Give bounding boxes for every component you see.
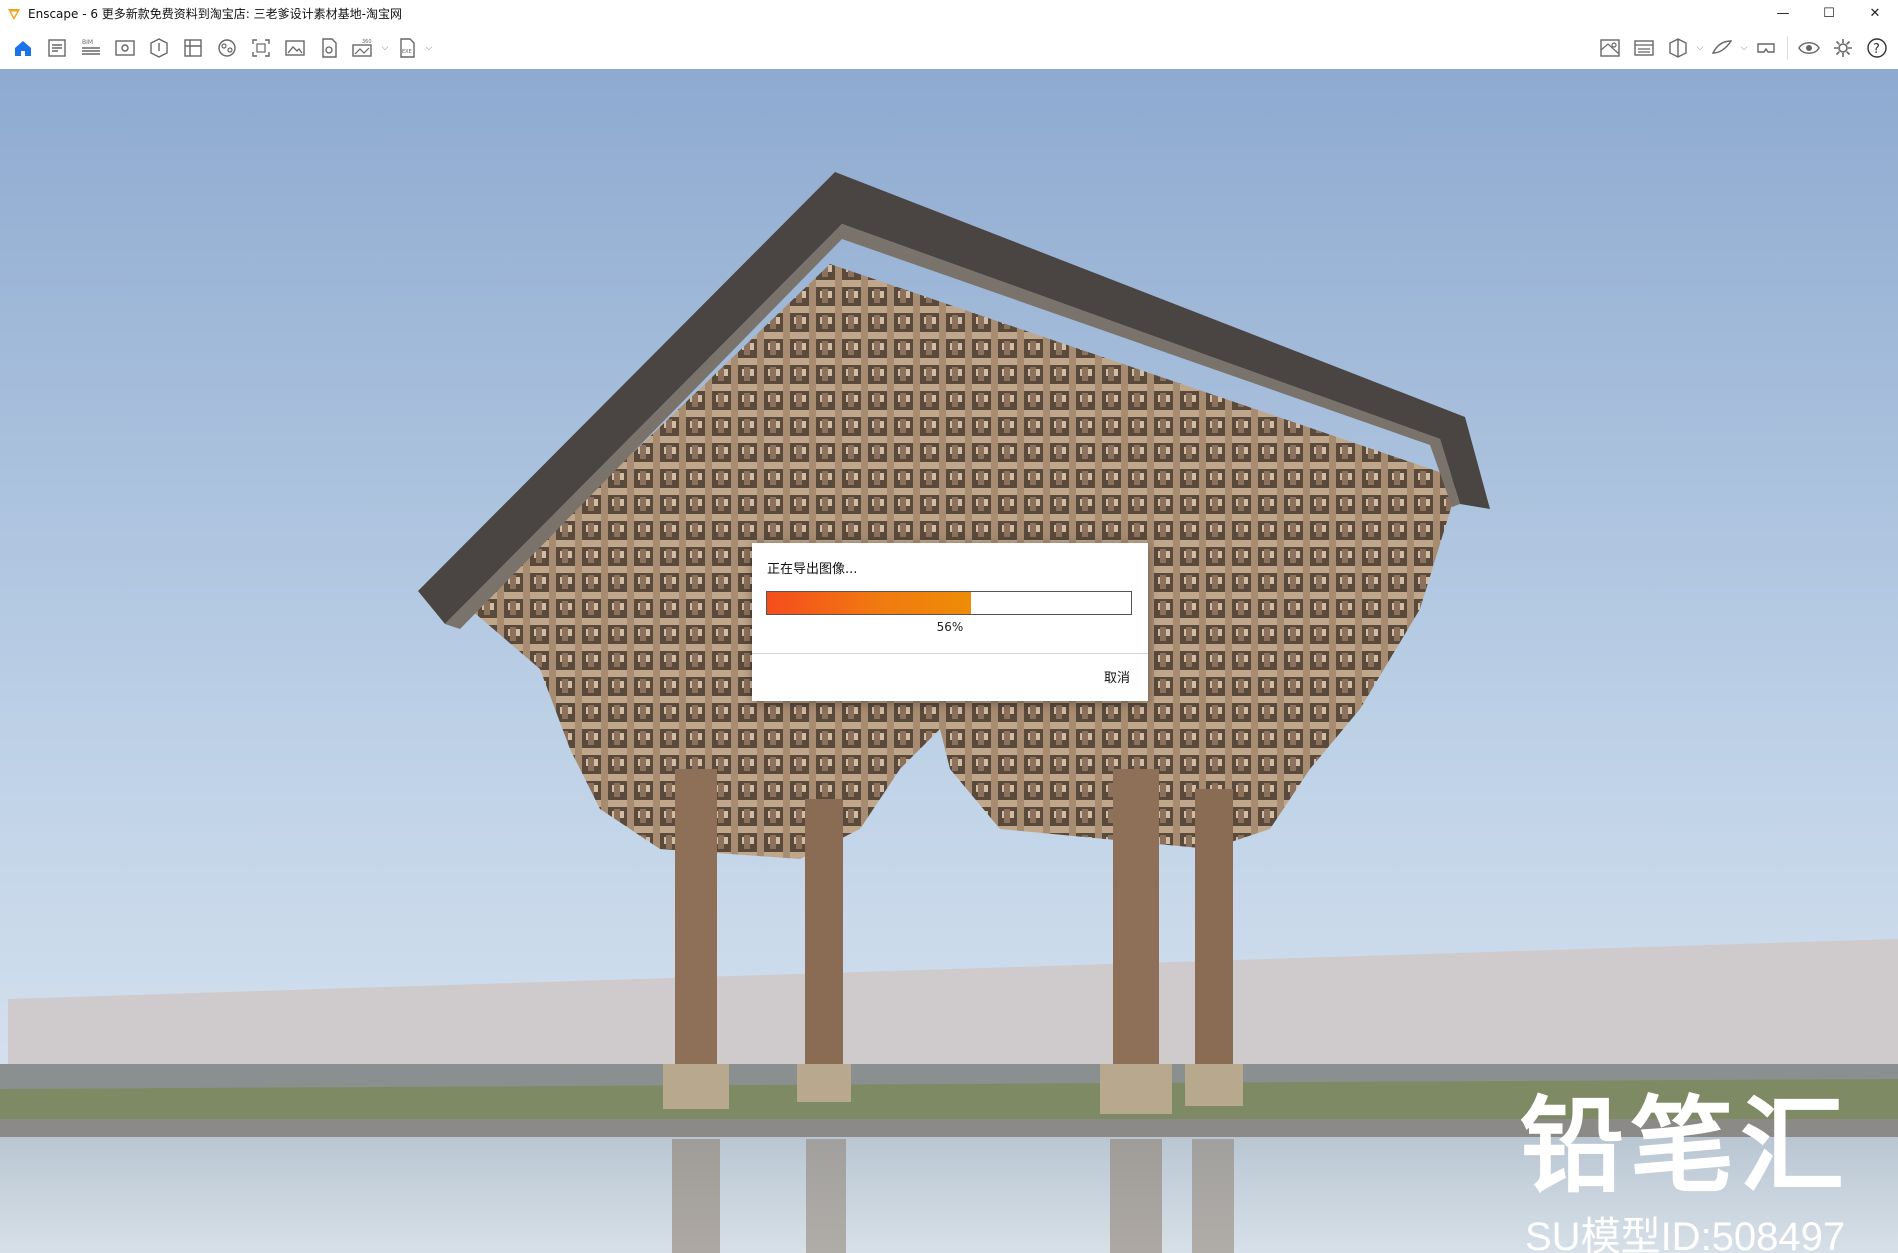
atmosphere-icon <box>218 39 236 57</box>
asset-library-icon <box>150 38 168 58</box>
project-info-button[interactable] <box>40 33 74 63</box>
settings-button[interactable] <box>1826 33 1860 63</box>
toolbar: BIM 360 ⌵ EXE ⌵ ⌵ ⌵ ? <box>0 27 1898 90</box>
toolbar-separator <box>1787 36 1788 60</box>
sketch-dropdown-icon[interactable]: ⌵ <box>1739 33 1749 63</box>
view-cube-button[interactable] <box>1661 33 1695 63</box>
export-progress-bar <box>766 591 1132 615</box>
screenshot-icon <box>285 40 305 56</box>
asset-library-button[interactable] <box>142 33 176 63</box>
export-progress-fill <box>767 592 971 614</box>
eye-button[interactable] <box>1792 33 1826 63</box>
video-editor-icon <box>322 38 337 58</box>
map-icon <box>1600 39 1620 57</box>
render-viewport[interactable]: 铅笔汇 SU模型ID:508497 正在导出图像... 56% 取消 <box>0 69 1898 1253</box>
progress-percent: 56% <box>936 620 964 634</box>
sketch-icon <box>1711 40 1733 54</box>
help-icon: ? <box>1867 38 1887 58</box>
export-progress-dialog: 正在导出图像... 56% 取消 <box>752 543 1148 701</box>
visual-settings-icon <box>1634 40 1654 56</box>
bim-badge: BIM <box>82 39 93 46</box>
export-exe-icon: EXE <box>400 38 415 58</box>
view-icon <box>115 40 135 56</box>
export-exe-button[interactable]: EXE <box>390 33 424 63</box>
project-info-icon <box>48 39 66 57</box>
gear-icon <box>1834 39 1852 57</box>
view-dropdown-icon[interactable]: ⌵ <box>1695 33 1705 63</box>
home-button[interactable] <box>6 33 40 63</box>
dialog-divider <box>752 653 1148 654</box>
watermark-model-id: SU模型ID:508497 <box>1525 1215 1846 1253</box>
toolbar-left-group: BIM 360 ⌵ EXE ⌵ <box>6 33 434 63</box>
panorama-button[interactable]: 360 <box>346 33 380 63</box>
help-button[interactable]: ? <box>1860 33 1894 63</box>
bim-button[interactable]: BIM <box>74 33 108 63</box>
batch-render-button[interactable] <box>244 33 278 63</box>
close-button[interactable]: ✕ <box>1852 0 1898 27</box>
material-editor-button[interactable] <box>176 33 210 63</box>
enscape-logo-icon <box>8 8 20 20</box>
screenshot-button[interactable] <box>278 33 312 63</box>
window-title: Enscape - 6 更多新款免费资料到淘宝店: 三老爹设计素材基地-淘宝网 <box>28 7 402 21</box>
view-cube-icon <box>1669 38 1687 58</box>
exe-badge: EXE <box>402 49 412 55</box>
home-icon <box>15 41 31 56</box>
maximize-button[interactable]: ☐ <box>1806 0 1852 27</box>
export-dropdown-icon[interactable]: ⌵ <box>424 33 434 63</box>
minimize-button[interactable]: — <box>1760 0 1806 27</box>
sketch-button[interactable] <box>1705 33 1739 63</box>
window-controls: — ☐ ✕ <box>1760 0 1898 27</box>
atmosphere-button[interactable] <box>210 33 244 63</box>
vr-headset-button[interactable] <box>1749 33 1783 63</box>
visual-settings-button[interactable] <box>1627 33 1661 63</box>
panorama-dropdown-icon[interactable]: ⌵ <box>380 33 390 63</box>
material-editor-icon <box>184 39 202 57</box>
watermark-logo-text: 铅笔汇 <box>1520 1085 1851 1207</box>
batch-render-icon <box>252 39 270 57</box>
dialog-title: 正在导出图像... <box>767 562 858 577</box>
help-label: ? <box>1873 42 1880 57</box>
toolbar-right-group: ⌵ ⌵ ? <box>1593 33 1894 63</box>
eye-icon <box>1798 42 1820 54</box>
map-button[interactable] <box>1593 33 1627 63</box>
panorama-icon: 360 <box>352 39 372 57</box>
title-bar: Enscape - 6 更多新款免费资料到淘宝店: 三老爹设计素材基地-淘宝网 … <box>0 0 1898 27</box>
pano-badge: 360 <box>362 39 372 45</box>
bim-icon: BIM <box>82 39 100 55</box>
cancel-button[interactable]: 取消 <box>1104 667 1130 686</box>
video-editor-button[interactable] <box>312 33 346 63</box>
vr-headset-icon <box>1757 43 1775 53</box>
view-button[interactable] <box>108 33 142 63</box>
